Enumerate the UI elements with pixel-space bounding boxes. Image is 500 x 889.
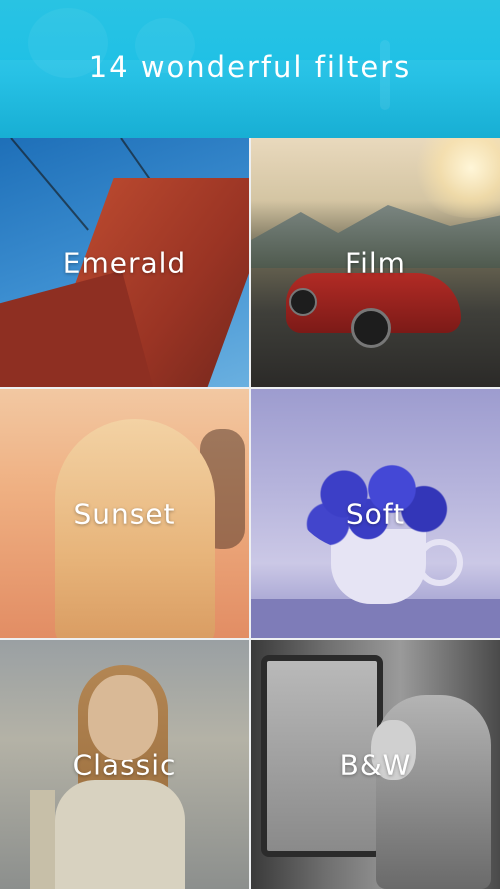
promo-header: 14 wonderful filters	[0, 0, 500, 138]
chair-image	[30, 790, 55, 889]
filter-label: Film	[345, 246, 406, 279]
sun-glare-image	[411, 138, 500, 218]
filter-tile-emerald[interactable]: Emerald	[0, 138, 249, 387]
sweater-image	[55, 780, 185, 889]
filter-label: B&W	[339, 748, 412, 781]
filter-tile-bw[interactable]: B&W	[251, 640, 500, 889]
filter-tile-sunset[interactable]: Sunset	[0, 389, 249, 638]
car-wheel	[289, 288, 317, 316]
filter-tile-classic[interactable]: Classic	[0, 640, 249, 889]
car-wheel	[351, 308, 391, 348]
filter-label: Sunset	[73, 497, 176, 530]
woman-face-image	[88, 675, 158, 760]
filter-tile-film[interactable]: Film	[251, 138, 500, 387]
filter-label: Emerald	[62, 246, 187, 279]
filter-grid: Emerald Film Sunset Soft Classic B&W	[0, 138, 500, 889]
header-title: 14 wonderful filters	[88, 50, 412, 84]
bridge-cable	[10, 138, 89, 231]
table-surface-image	[251, 599, 500, 638]
filter-label: Soft	[345, 497, 406, 530]
filter-tile-soft[interactable]: Soft	[251, 389, 500, 638]
